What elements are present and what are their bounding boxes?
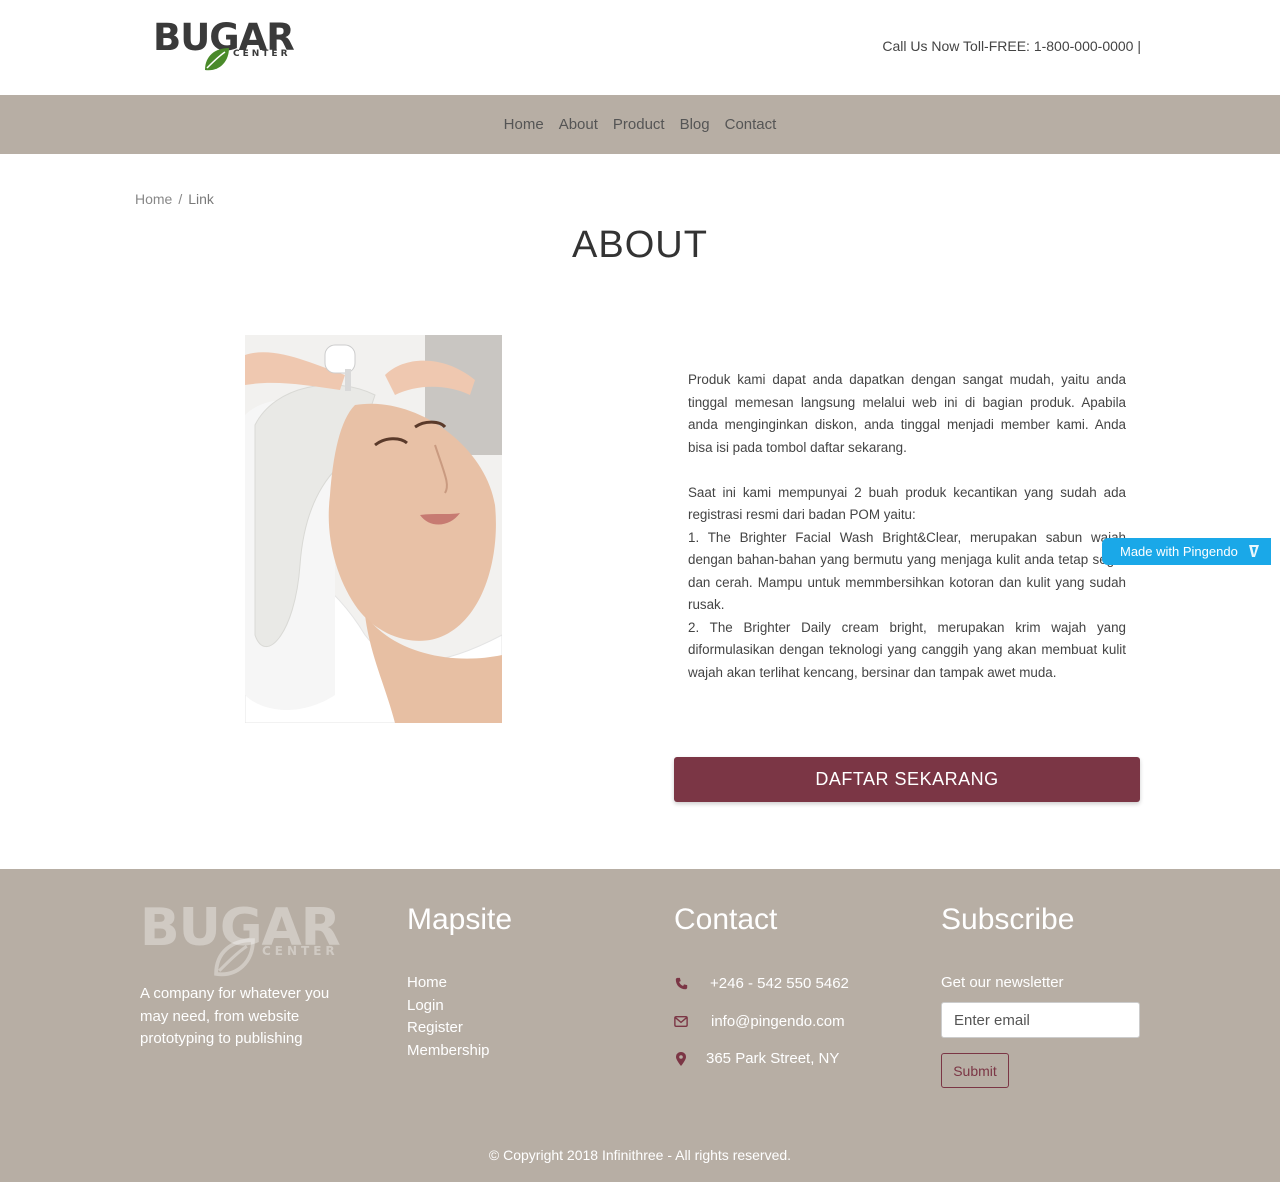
copyright-text: © Copyright 2018 Infinithree - All right… [488,1147,792,1163]
mapsite-heading: Mapsite [407,903,513,936]
mapsite-links: Home Login Register Membership [407,972,490,1062]
footer-logo: BUGAR CENTER [140,900,341,977]
subscribe-heading: Subscribe [941,903,1075,936]
footer-link-membership[interactable]: Membership [407,1040,490,1063]
breadcrumb: Home / Link [135,191,214,207]
envelope-icon [674,1015,688,1029]
submit-button[interactable]: Submit [941,1053,1009,1088]
contact-phone-text: +246 - 542 550 5462 [710,975,849,992]
email-input[interactable] [941,1002,1140,1038]
call-us-text: Call Us Now Toll-FREE: 1-800-000-0000 | [882,38,1141,54]
nav-home[interactable]: Home [504,116,544,133]
nav-about[interactable]: About [559,116,598,133]
about-text: Produk kami dapat anda dapatkan dengan s… [688,369,1126,684]
footer-link-register[interactable]: Register [407,1017,490,1040]
site-footer: BUGAR CENTER A company for whatever you … [0,869,1280,1182]
map-marker-icon [674,1051,688,1066]
breadcrumb-separator: / [178,191,183,207]
daftar-sekarang-button[interactable]: DAFTAR SEKARANG [674,757,1140,802]
contact-email: info@pingendo.com [674,1013,845,1030]
newsletter-label: Get our newsletter [941,974,1064,991]
nav-contact[interactable]: Contact [725,116,777,133]
pingendo-icon [1249,545,1260,557]
about-product-1: 1. The Brighter Facial Wash Bright&Clear… [688,529,1126,613]
contact-address-text: 365 Park Street, NY [706,1050,840,1067]
site-header: BUGAR CENTER Call Us Now Toll-FREE: 1-80… [0,0,1280,95]
contact-phone: +246 - 542 550 5462 [674,975,849,992]
nav-blog[interactable]: Blog [680,116,710,133]
about-paragraph-2: Saat ini kami mempunyai 2 buah produk ke… [688,484,1126,523]
about-product-2: 2. The Brighter Daily cream bright, meru… [688,619,1126,680]
page-title: ABOUT [572,224,708,266]
about-paragraph-1: Produk kami dapat anda dapatkan dengan s… [688,372,1126,455]
nav-product[interactable]: Product [613,116,665,133]
brand-sub: CENTER [233,49,291,59]
breadcrumb-current: Link [188,191,214,207]
footer-brand-sub: CENTER [262,944,339,958]
contact-address: 365 Park Street, NY [674,1050,839,1067]
footer-link-login[interactable]: Login [407,995,490,1018]
contact-heading: Contact [674,903,778,936]
facial-treatment-photo [245,335,502,723]
pingendo-label: Made with Pingendo [1120,544,1238,559]
footer-description: A company for whatever you may need, fro… [140,985,330,1047]
footer-link-home[interactable]: Home [407,972,490,995]
phone-icon [674,977,688,991]
main-nav: Home About Product Blog Contact [0,95,1280,154]
pingendo-badge[interactable]: Made with Pingendo [1102,538,1271,565]
leaf-icon [205,48,229,71]
contact-email-text[interactable]: info@pingendo.com [711,1013,845,1030]
brand-logo[interactable]: BUGAR CENTER [153,18,295,74]
breadcrumb-home[interactable]: Home [135,191,172,207]
footer-leaf-icon [214,938,255,977]
